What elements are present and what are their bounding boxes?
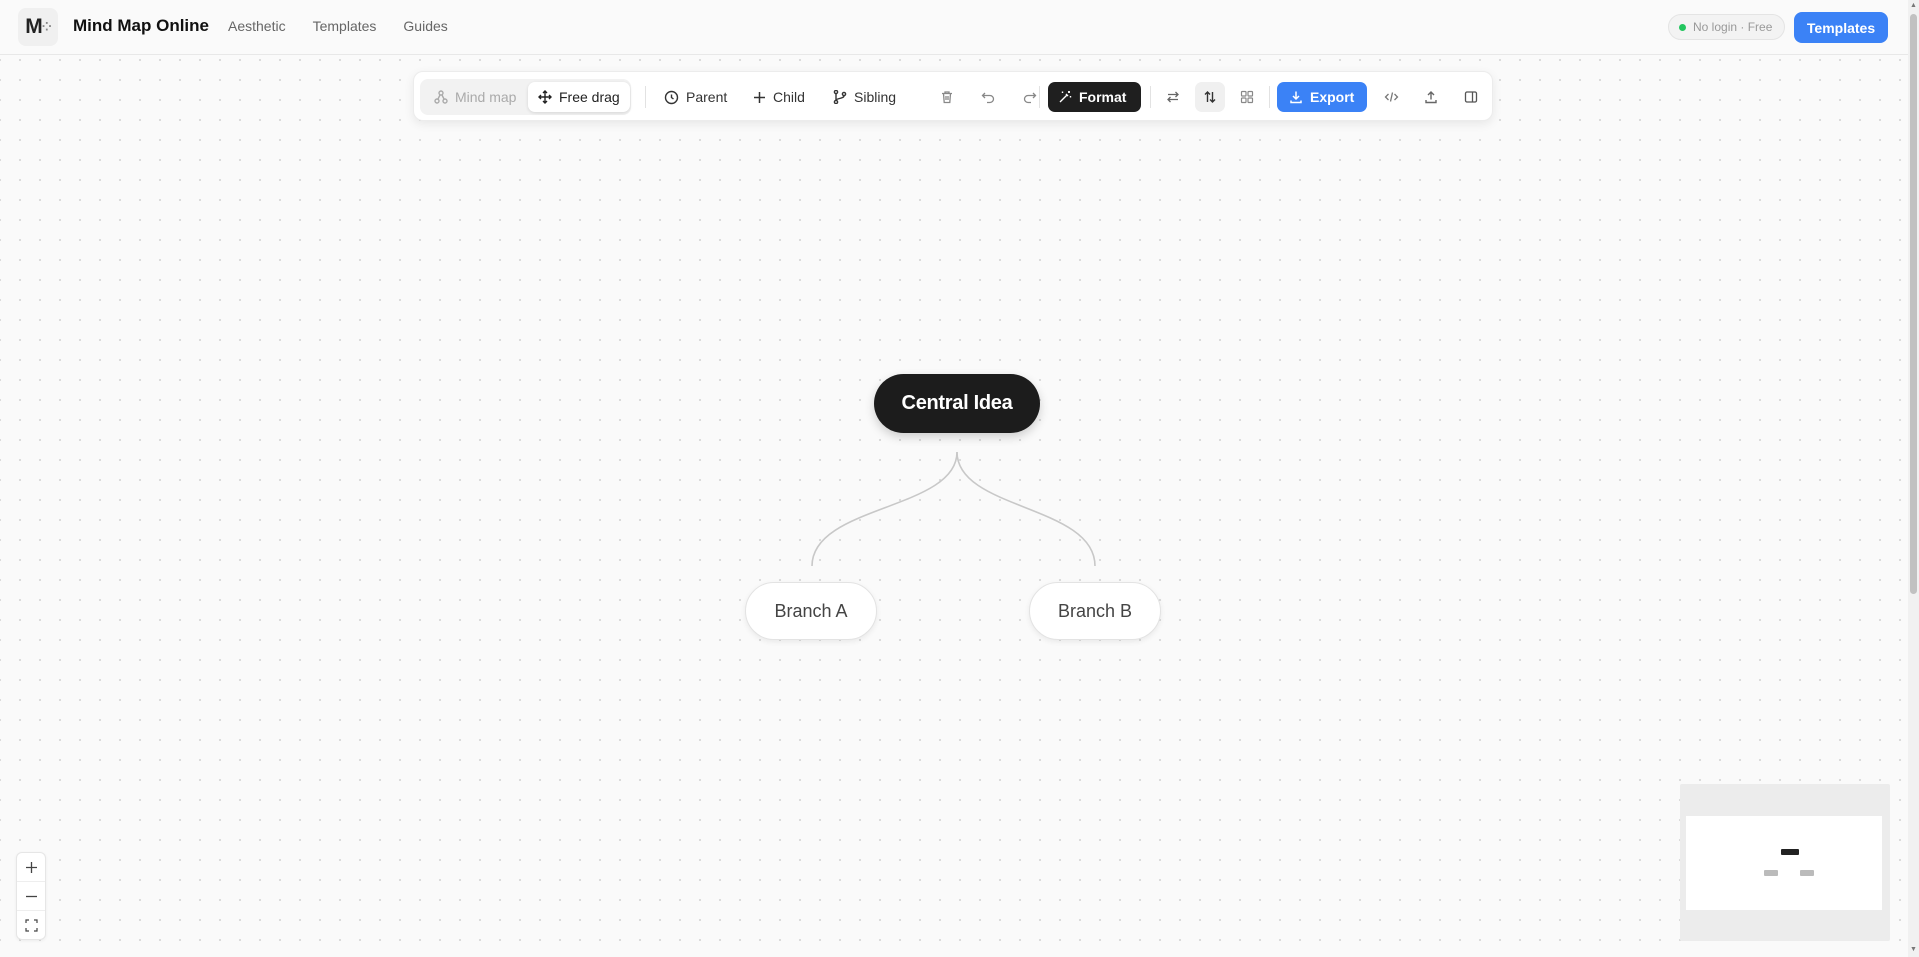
connector-branch-a	[811, 451, 958, 567]
redo-button[interactable]	[1015, 82, 1045, 112]
code-icon	[1384, 92, 1398, 102]
toolbar-divider	[645, 86, 646, 108]
app-logo[interactable]: M ⁘	[18, 8, 58, 46]
export-label: Export	[1310, 89, 1355, 105]
plus-icon	[754, 91, 765, 103]
central-node[interactable]: Central Idea	[874, 374, 1040, 433]
import-button[interactable]	[1416, 82, 1446, 112]
top-nav: Aesthetic Templates Guides	[228, 18, 448, 34]
redo-icon	[1023, 92, 1037, 104]
mode-freedrag-label: Free drag	[559, 89, 620, 105]
upload-icon	[1425, 91, 1437, 104]
fit-view-button[interactable]	[17, 911, 45, 940]
swap-horizontal-icon	[1167, 91, 1179, 103]
swap-direction-button[interactable]	[1158, 82, 1188, 112]
child-label: Child	[773, 89, 805, 105]
export-button[interactable]: Export	[1277, 82, 1367, 112]
nav-templates[interactable]: Templates	[313, 18, 377, 34]
nav-guides[interactable]: Guides	[403, 18, 447, 34]
app-title[interactable]: Mind Map Online	[73, 16, 209, 36]
format-label: Format	[1079, 89, 1127, 105]
sort-vertical-icon	[1204, 91, 1216, 103]
sibling-label: Sibling	[854, 89, 897, 105]
add-parent-button[interactable]: Parent	[664, 82, 727, 112]
plus-icon	[25, 861, 37, 873]
magic-wand-icon	[1059, 91, 1072, 103]
minimap-branch-b	[1800, 870, 1814, 876]
parent-label: Parent	[686, 89, 728, 105]
connector-branch-b	[956, 451, 1096, 567]
status-dot-icon	[1679, 23, 1686, 31]
mode-mindmap-label: Mind map	[455, 89, 517, 105]
mode-freedrag-button[interactable]: Free drag	[528, 82, 630, 112]
zoom-in-button[interactable]	[17, 853, 45, 882]
nav-aesthetic[interactable]: Aesthetic	[228, 18, 286, 34]
parent-circle-icon	[664, 90, 679, 104]
fullscreen-icon	[24, 919, 38, 932]
undo-button[interactable]	[973, 82, 1003, 112]
node-connectors	[811, 451, 1096, 567]
toolbar-divider	[1039, 86, 1040, 108]
zoom-out-button[interactable]	[17, 882, 45, 911]
minus-icon	[25, 895, 37, 897]
zoom-controls	[16, 852, 46, 940]
scroll-up-arrow-icon[interactable]: ▲	[1910, 2, 1917, 10]
templates-button[interactable]: Templates	[1794, 12, 1888, 43]
trash-icon	[942, 91, 952, 104]
status-badge: No login · Free	[1668, 14, 1786, 40]
sidebar-icon	[1464, 91, 1478, 103]
minimap[interactable]	[1680, 784, 1890, 941]
toolbar-divider	[1150, 86, 1151, 108]
minimap-branch-a	[1764, 870, 1778, 876]
format-button[interactable]: Format	[1048, 82, 1141, 112]
mode-mindmap-button[interactable]: Mind map	[426, 82, 524, 112]
logo-dots-icon: ⁘	[41, 20, 52, 34]
branch-node-a[interactable]: Branch A	[745, 582, 877, 640]
logo-letter: M	[25, 15, 43, 38]
sort-vertical-button[interactable]	[1195, 82, 1225, 112]
main-toolbar: Mind map Free drag Parent Child Sibling …	[413, 71, 1493, 121]
undo-icon	[981, 92, 995, 104]
minimap-central-node	[1781, 849, 1799, 855]
toggle-sidebar-button[interactable]	[1456, 82, 1486, 112]
app-header: M ⁘ Mind Map Online Aesthetic Templates G…	[0, 0, 1908, 55]
status-text: No login · Free	[1693, 20, 1773, 34]
add-child-button[interactable]: Child	[753, 82, 805, 112]
mindmap-icon	[434, 90, 448, 104]
branch-icon	[833, 90, 847, 104]
grid-layout-button[interactable]	[1232, 82, 1262, 112]
embed-code-button[interactable]	[1376, 82, 1406, 112]
add-sibling-button[interactable]: Sibling	[833, 82, 896, 112]
move-icon	[538, 90, 552, 104]
minimap-viewport[interactable]	[1686, 816, 1882, 910]
scroll-down-arrow-icon[interactable]: ▼	[1910, 946, 1917, 954]
grid-icon	[1240, 90, 1254, 104]
download-icon	[1290, 91, 1302, 104]
delete-button[interactable]	[932, 82, 962, 112]
scrollbar-thumb[interactable]	[1910, 14, 1917, 594]
toolbar-divider	[1269, 86, 1270, 108]
branch-node-b[interactable]: Branch B	[1029, 582, 1161, 640]
